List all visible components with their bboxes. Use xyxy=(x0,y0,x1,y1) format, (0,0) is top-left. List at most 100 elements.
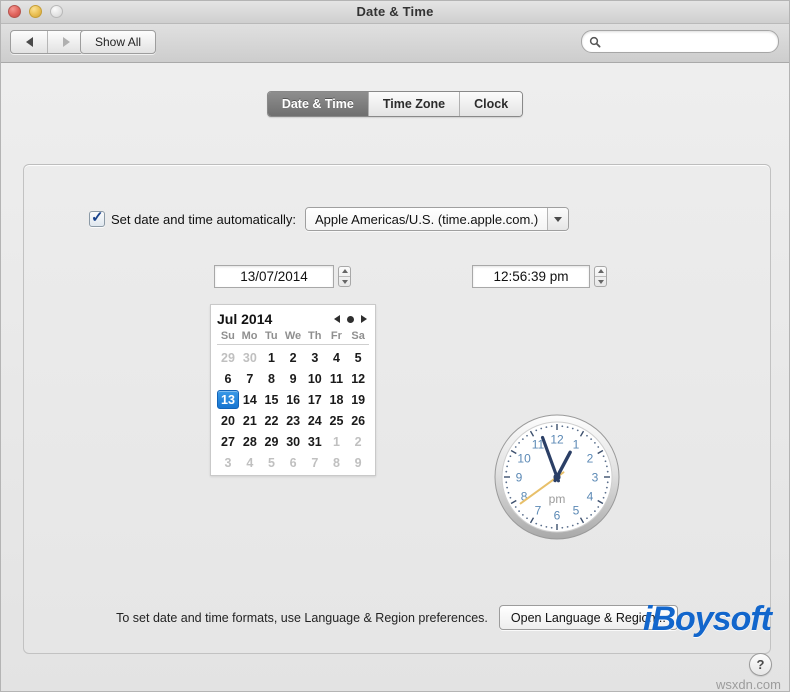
set-automatically-checkbox[interactable]: ✓ xyxy=(89,209,105,227)
calendar-day[interactable]: 1 xyxy=(261,347,283,368)
calendar-day[interactable]: 21 xyxy=(239,410,261,431)
tab-time-zone[interactable]: Time Zone xyxy=(367,92,460,116)
calendar-day[interactable]: 9 xyxy=(347,452,369,473)
calendar-day[interactable]: 12 xyxy=(347,368,369,389)
calendar-day[interactable]: 23 xyxy=(282,410,304,431)
search-field[interactable] xyxy=(581,30,779,53)
calendar-day[interactable]: 15 xyxy=(261,389,283,410)
formats-footer: To set date and time formats, use Langua… xyxy=(74,605,720,630)
calendar-day[interactable]: 3 xyxy=(217,452,239,473)
calendar-day[interactable]: 27 xyxy=(217,431,239,452)
calendar-day[interactable]: 19 xyxy=(347,389,369,410)
calendar-day[interactable]: 2 xyxy=(347,431,369,452)
calendar-day[interactable]: 2 xyxy=(282,347,304,368)
calendar-day[interactable]: 29 xyxy=(261,431,283,452)
tab-group: Date & Time Time Zone Clock xyxy=(266,91,524,117)
calendar-day[interactable]: 20 xyxy=(217,410,239,431)
calendar-day[interactable]: 17 xyxy=(304,389,326,410)
calendar-day-selected[interactable]: 13 xyxy=(217,389,239,410)
calendar-day[interactable]: 5 xyxy=(261,452,283,473)
calendar-day[interactable]: 4 xyxy=(326,347,348,368)
search-input[interactable] xyxy=(605,34,770,49)
clock-minute-tick xyxy=(521,514,524,516)
stepper-up-icon[interactable] xyxy=(341,268,348,273)
calendar-day[interactable]: 24 xyxy=(304,410,326,431)
calendar-day[interactable]: 4 xyxy=(239,452,261,473)
clock-numeral: 3 xyxy=(592,471,599,485)
help-label: ? xyxy=(756,657,765,672)
back-button[interactable] xyxy=(11,31,47,53)
calendar-day[interactable]: 8 xyxy=(326,452,348,473)
clock-minute-tick xyxy=(514,446,517,448)
calendar-day[interactable]: 1 xyxy=(326,431,348,452)
calendar-day[interactable]: 30 xyxy=(239,347,261,368)
date-picker-calendar[interactable]: Jul 2014 Su Mo Tu We Th Fr Sa 29 30 1 2 … xyxy=(210,304,376,476)
stepper-up-icon[interactable] xyxy=(597,268,604,273)
calendar-day[interactable]: 28 xyxy=(239,431,261,452)
calendar-day[interactable]: 18 xyxy=(326,389,348,410)
show-all-button[interactable]: Show All xyxy=(80,30,157,54)
calendar-day[interactable]: 7 xyxy=(239,368,261,389)
calendar-day[interactable]: 5 xyxy=(347,347,369,368)
date-time-preferences-window: Date & Time Show All Date & Time Time Zo… xyxy=(0,0,790,692)
clock-minute-tick xyxy=(550,526,553,529)
clock-minute-tick xyxy=(597,446,600,448)
clock-minute-tick xyxy=(509,496,512,499)
clock-minute-tick xyxy=(505,481,508,484)
iboysoft-logo: iBoysoft xyxy=(643,600,772,638)
calendar-header: Jul 2014 xyxy=(217,308,369,330)
clock-minute-tick xyxy=(545,426,548,429)
time-input[interactable]: 12:56:39 pm xyxy=(472,265,590,288)
clock-minute-tick xyxy=(518,441,520,444)
today-dot-icon[interactable] xyxy=(347,315,354,323)
calendar-day[interactable]: 14 xyxy=(239,389,261,410)
calendar-day[interactable]: 31 xyxy=(304,431,326,452)
calendar-day[interactable]: 7 xyxy=(304,452,326,473)
calendar-day[interactable]: 25 xyxy=(326,410,348,431)
calendar-day[interactable]: 30 xyxy=(282,431,304,452)
calendar-weekday-header: Su Mo Tu We Th Fr Sa xyxy=(217,330,369,345)
clock-numeral: 1 xyxy=(573,438,580,452)
next-month-icon[interactable] xyxy=(361,315,367,323)
weekday-tu: Tu xyxy=(264,330,278,342)
calendar-day[interactable]: 9 xyxy=(282,368,304,389)
time-server-popup-button[interactable]: Apple Americas/U.S. (time.apple.com.) xyxy=(305,207,570,231)
clock-minute-tick xyxy=(576,429,579,432)
clock-minute-tick xyxy=(535,522,538,525)
calendar-day[interactable]: 8 xyxy=(261,368,283,389)
help-button[interactable]: ? xyxy=(749,653,772,676)
tab-date-time[interactable]: Date & Time xyxy=(267,92,368,116)
chevron-down-icon xyxy=(554,216,563,222)
calendar-day[interactable]: 29 xyxy=(217,347,239,368)
checkmark-icon: ✓ xyxy=(91,209,104,226)
time-stepper[interactable] xyxy=(594,266,607,287)
weekday-th: Th xyxy=(307,330,322,342)
clock-minute-tick xyxy=(540,524,543,527)
calendar-day[interactable]: 3 xyxy=(304,347,326,368)
calendar-day-highlight: 13 xyxy=(217,390,239,409)
analog-clock-face: 12 1234567891011pm xyxy=(494,414,620,540)
clock-minute-tick xyxy=(602,496,605,499)
tab-clock[interactable]: Clock xyxy=(459,92,523,116)
date-stepper[interactable] xyxy=(338,266,351,287)
calendar-day[interactable]: 22 xyxy=(261,410,283,431)
tab-clock-label: Clock xyxy=(474,97,509,111)
clock-numeral: 6 xyxy=(554,509,561,523)
stepper-down-icon[interactable] xyxy=(341,280,348,285)
calendar-day[interactable]: 16 xyxy=(282,389,304,410)
calendar-day[interactable]: 11 xyxy=(326,368,348,389)
clock-minute-tick xyxy=(606,470,609,473)
time-field-group: 12:56:39 pm xyxy=(472,265,607,288)
calendar-day[interactable]: 6 xyxy=(217,368,239,389)
stepper-down-icon[interactable] xyxy=(597,280,604,285)
popup-arrow xyxy=(547,208,569,230)
clock-minute-tick xyxy=(590,514,593,516)
calendar-day[interactable]: 10 xyxy=(304,368,326,389)
calendar-day[interactable]: 26 xyxy=(347,410,369,431)
date-time-content-panel: ✓ Set date and time automatically: Apple… xyxy=(23,164,771,654)
window-title: Date & Time xyxy=(356,4,434,19)
previous-month-icon[interactable] xyxy=(334,315,340,323)
tab-bar: Date & Time Time Zone Clock xyxy=(1,91,789,117)
date-input[interactable]: 13/07/2014 xyxy=(214,265,334,288)
calendar-day[interactable]: 6 xyxy=(282,452,304,473)
